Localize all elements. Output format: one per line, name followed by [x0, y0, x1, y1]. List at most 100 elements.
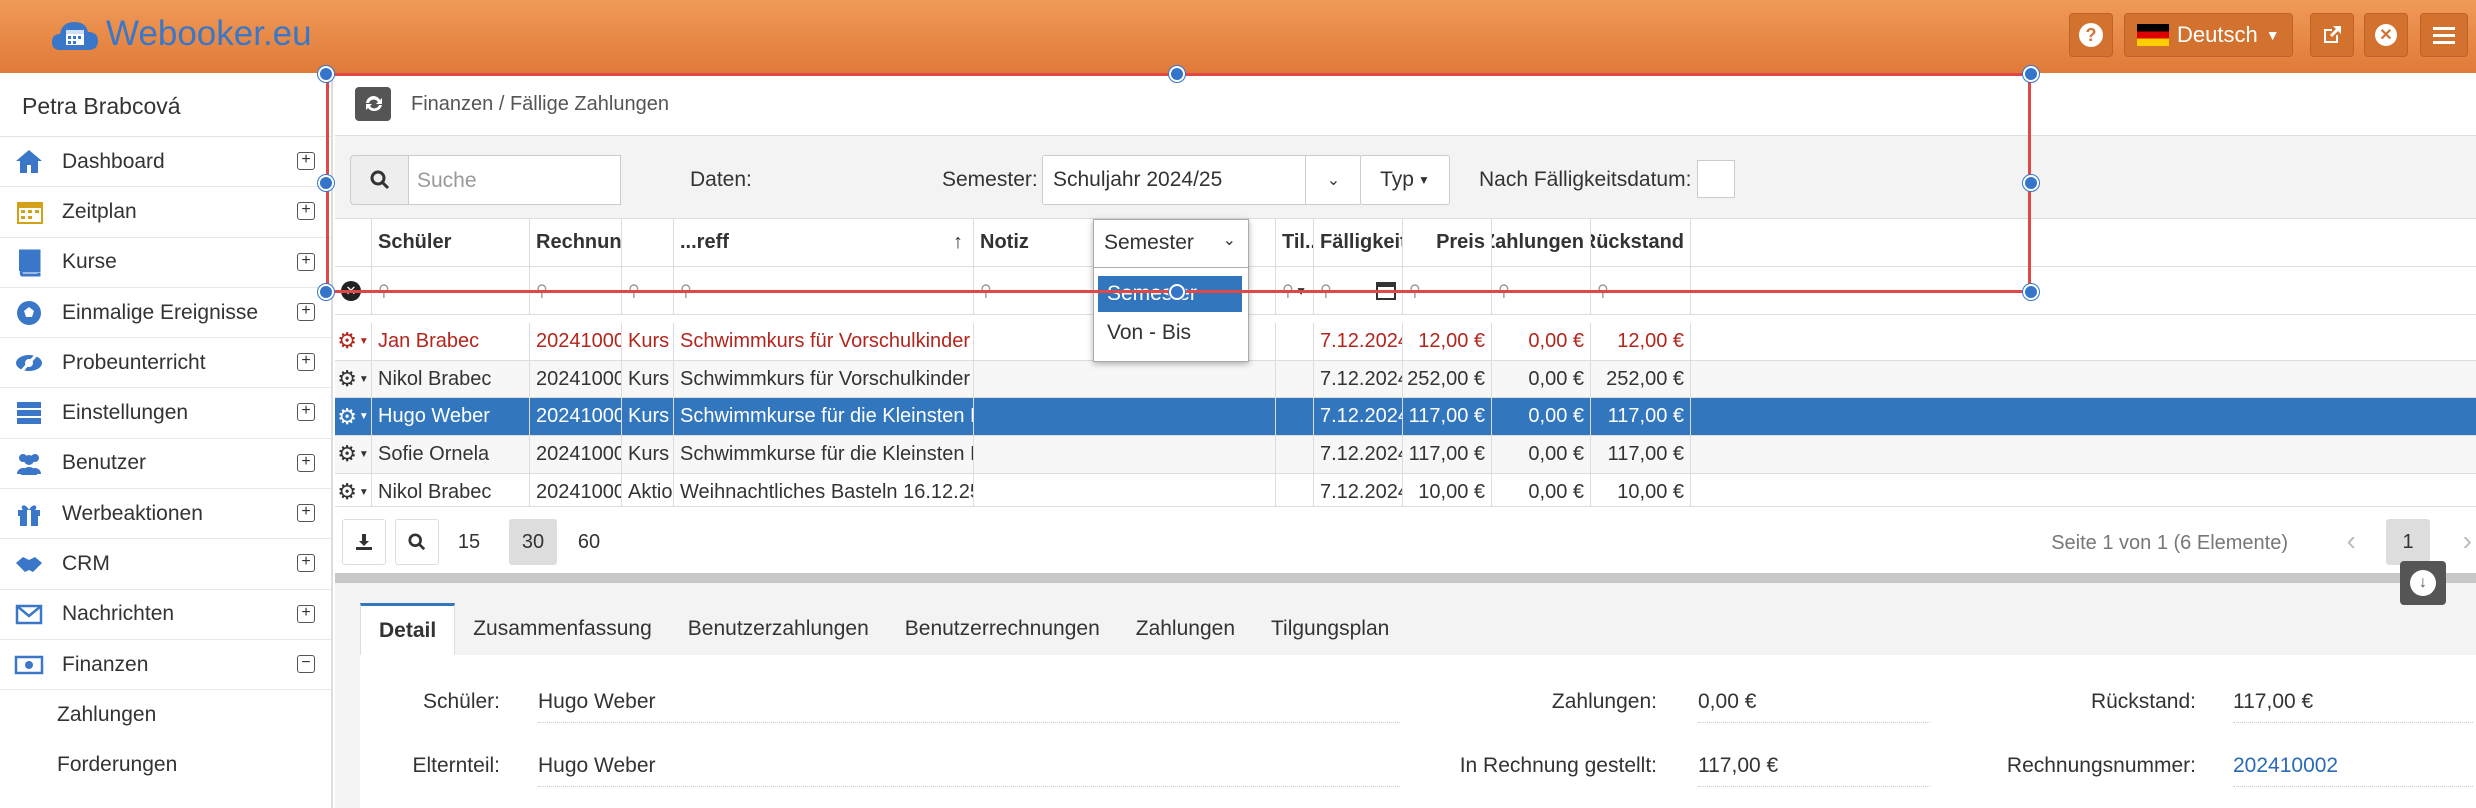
- column-filter-input[interactable]: ⚲: [530, 267, 622, 314]
- column-header[interactable]: Preis: [1403, 219, 1492, 266]
- column-filter-input[interactable]: ⚲: [1314, 267, 1403, 314]
- search-input[interactable]: Suche: [408, 155, 621, 205]
- expand-toggle-icon[interactable]: +: [297, 554, 315, 573]
- sidebar-item-benutzer[interactable]: Benutzer +: [0, 439, 331, 490]
- resize-handle[interactable]: [1169, 66, 1185, 82]
- table-row[interactable]: ⚙▼Sofie Ornela202410004KursSchwimmkurse …: [335, 436, 2476, 474]
- tab-zahlungen[interactable]: Zahlungen: [1118, 603, 1253, 655]
- row-actions-button[interactable]: ⚙ ▼: [335, 473, 372, 511]
- clear-filter-button[interactable]: ✕: [335, 267, 372, 314]
- grid-search-button[interactable]: [395, 519, 439, 565]
- page-size-30[interactable]: 30: [509, 519, 557, 565]
- table-row[interactable]: ⚙▼Nikol Brabec202410003KursSchwimmkurs f…: [335, 360, 2476, 399]
- tab-tilgungsplan[interactable]: Tilgungsplan: [1253, 603, 1407, 655]
- row-actions-button[interactable]: ⚙ ▼: [335, 436, 372, 473]
- column-header[interactable]: Fälligkeitsd...: [1314, 219, 1403, 266]
- resize-handle[interactable]: [2023, 175, 2039, 191]
- table-row[interactable]: ⚙▼Jan Brabec202410001KursSchwimmkurs für…: [335, 323, 2476, 361]
- tab-benutzerzahlungen[interactable]: Benutzerzahlungen: [670, 603, 887, 655]
- column-filter-input[interactable]: ⚲: [674, 267, 974, 314]
- column-filter-input[interactable]: ⚲: [1403, 267, 1492, 314]
- column-header[interactable]: Zahlungen: [1492, 219, 1591, 266]
- sidebar-subitem-forderungen[interactable]: Forderungen: [0, 740, 331, 790]
- sidebar-item-dashboard[interactable]: Dashboard +: [0, 137, 331, 188]
- expand-toggle-icon[interactable]: +: [297, 152, 315, 170]
- column-header[interactable]: Schüler: [372, 219, 530, 266]
- expand-toggle-icon[interactable]: +: [297, 453, 315, 472]
- row-actions-button[interactable]: ⚙ ▼: [335, 398, 372, 436]
- sidebar-item-werbeaktionen[interactable]: Werbeaktionen +: [0, 489, 331, 540]
- row-actions-button[interactable]: ⚙ ▼: [335, 360, 372, 398]
- resize-handle[interactable]: [318, 66, 334, 82]
- table-row[interactable]: ⚙▼Hugo Weber202410002KursSchwimmkurse fü…: [335, 398, 2476, 437]
- expand-toggle-icon[interactable]: +: [297, 504, 315, 523]
- brand-logo[interactable]: Webooker.eu: [50, 12, 312, 56]
- sidebar-item-crm[interactable]: CRM +: [0, 539, 331, 590]
- column-filter-input[interactable]: ⚲: [622, 267, 674, 314]
- page-1-button[interactable]: 1: [2386, 519, 2430, 565]
- search-icon: ⚲: [378, 282, 390, 300]
- calendar-picker-icon[interactable]: [1376, 281, 1396, 300]
- sidebar-item-kurse[interactable]: Kurse +: [0, 238, 331, 288]
- expand-toggle-icon[interactable]: +: [297, 202, 315, 221]
- column-header[interactable]: Rechnungs...: [530, 219, 622, 266]
- page-size-15[interactable]: 15: [447, 519, 491, 565]
- close-circle-icon: ✕: [2375, 24, 2397, 46]
- search-icon: ⚲: [1320, 282, 1332, 300]
- close-button[interactable]: ✕: [2364, 13, 2408, 57]
- resize-handle[interactable]: [1169, 284, 1185, 300]
- expand-toggle-icon[interactable]: +: [297, 353, 315, 372]
- refresh-button[interactable]: [355, 87, 391, 121]
- table-cell: 252,00 €: [1403, 360, 1492, 398]
- detail-tabs: Detail Zusammenfassung Benutzerzahlungen Be…: [360, 603, 2476, 656]
- expand-toggle-icon[interactable]: −: [297, 654, 315, 673]
- search-icon: ⚲: [1282, 282, 1294, 300]
- prev-page-icon[interactable]: ‹: [2347, 525, 2356, 557]
- resize-handle[interactable]: [318, 175, 334, 191]
- tab-zusammenfassung[interactable]: Zusammenfassung: [455, 603, 670, 655]
- sidebar-item-zeitplan[interactable]: Zeitplan +: [0, 187, 331, 238]
- semester-select[interactable]: Schuljahr 2024/25 ⌄: [1042, 155, 1362, 205]
- resize-handle[interactable]: [318, 284, 334, 300]
- column-filter-input[interactable]: ⚲: [1591, 267, 1691, 314]
- sidebar-item-einstellungen[interactable]: Einstellungen +: [0, 388, 331, 439]
- sidebar-subitem-zahlungen[interactable]: Zahlungen: [0, 690, 331, 740]
- open-external-button[interactable]: [2310, 13, 2354, 57]
- expand-toggle-icon[interactable]: +: [297, 604, 315, 623]
- menu-button[interactable]: [2420, 13, 2468, 57]
- column-header[interactable]: Til...: [1276, 219, 1314, 266]
- help-button[interactable]: ?: [2069, 13, 2113, 57]
- tab-benutzerrechnungen[interactable]: Benutzerrechnungen: [887, 603, 1118, 655]
- column-header[interactable]: Rückstand: [1591, 219, 1691, 266]
- expand-toggle-icon[interactable]: +: [297, 252, 315, 271]
- daten-select[interactable]: Semester ⌄: [1093, 219, 1249, 268]
- column-filter-input[interactable]: ⚲ ▼: [1276, 267, 1314, 314]
- resize-handle[interactable]: [2023, 66, 2039, 82]
- dropdown-option-von-bis[interactable]: Von - Bis: [1098, 315, 1242, 351]
- sidebar-item-probeunterricht[interactable]: Probeunterricht +: [0, 338, 331, 389]
- sidebar-item-einmalige-ereignisse[interactable]: Einmalige Ereignisse +: [0, 288, 331, 339]
- tab-detail[interactable]: Detail: [360, 603, 456, 655]
- pane-splitter[interactable]: [335, 573, 2476, 583]
- expand-toggle-icon[interactable]: +: [297, 403, 315, 422]
- language-selector[interactable]: Deutsch ▼: [2124, 13, 2293, 57]
- faelligkeitsdatum-checkbox[interactable]: [1697, 160, 1735, 198]
- sidebar-item-finanzen[interactable]: Finanzen −: [0, 640, 331, 691]
- resize-handle[interactable]: [2023, 284, 2039, 300]
- next-page-icon[interactable]: ›: [2463, 525, 2472, 557]
- sidebar-item-nachrichten[interactable]: Nachrichten +: [0, 590, 331, 640]
- typ-button[interactable]: Typ ▼: [1360, 155, 1450, 205]
- page-size-60[interactable]: 60: [565, 519, 613, 565]
- column-header[interactable]: ...reff ↑: [674, 219, 974, 266]
- column-filter-input[interactable]: ⚲: [372, 267, 530, 314]
- column-header[interactable]: [622, 219, 674, 266]
- sidebar-item-label: Nachrichten: [62, 602, 175, 626]
- table-cell: 0,00 €: [1492, 360, 1591, 398]
- export-button[interactable]: [342, 519, 386, 565]
- search-button[interactable]: [350, 155, 410, 205]
- row-actions-button[interactable]: ⚙ ▼: [335, 323, 372, 360]
- collapse-detail-button[interactable]: ↓: [2400, 561, 2446, 605]
- column-filter-input[interactable]: ⚲: [1492, 267, 1591, 314]
- expand-toggle-icon[interactable]: +: [297, 302, 315, 321]
- rechnungsnummer-link[interactable]: 202410002: [2233, 754, 2473, 787]
